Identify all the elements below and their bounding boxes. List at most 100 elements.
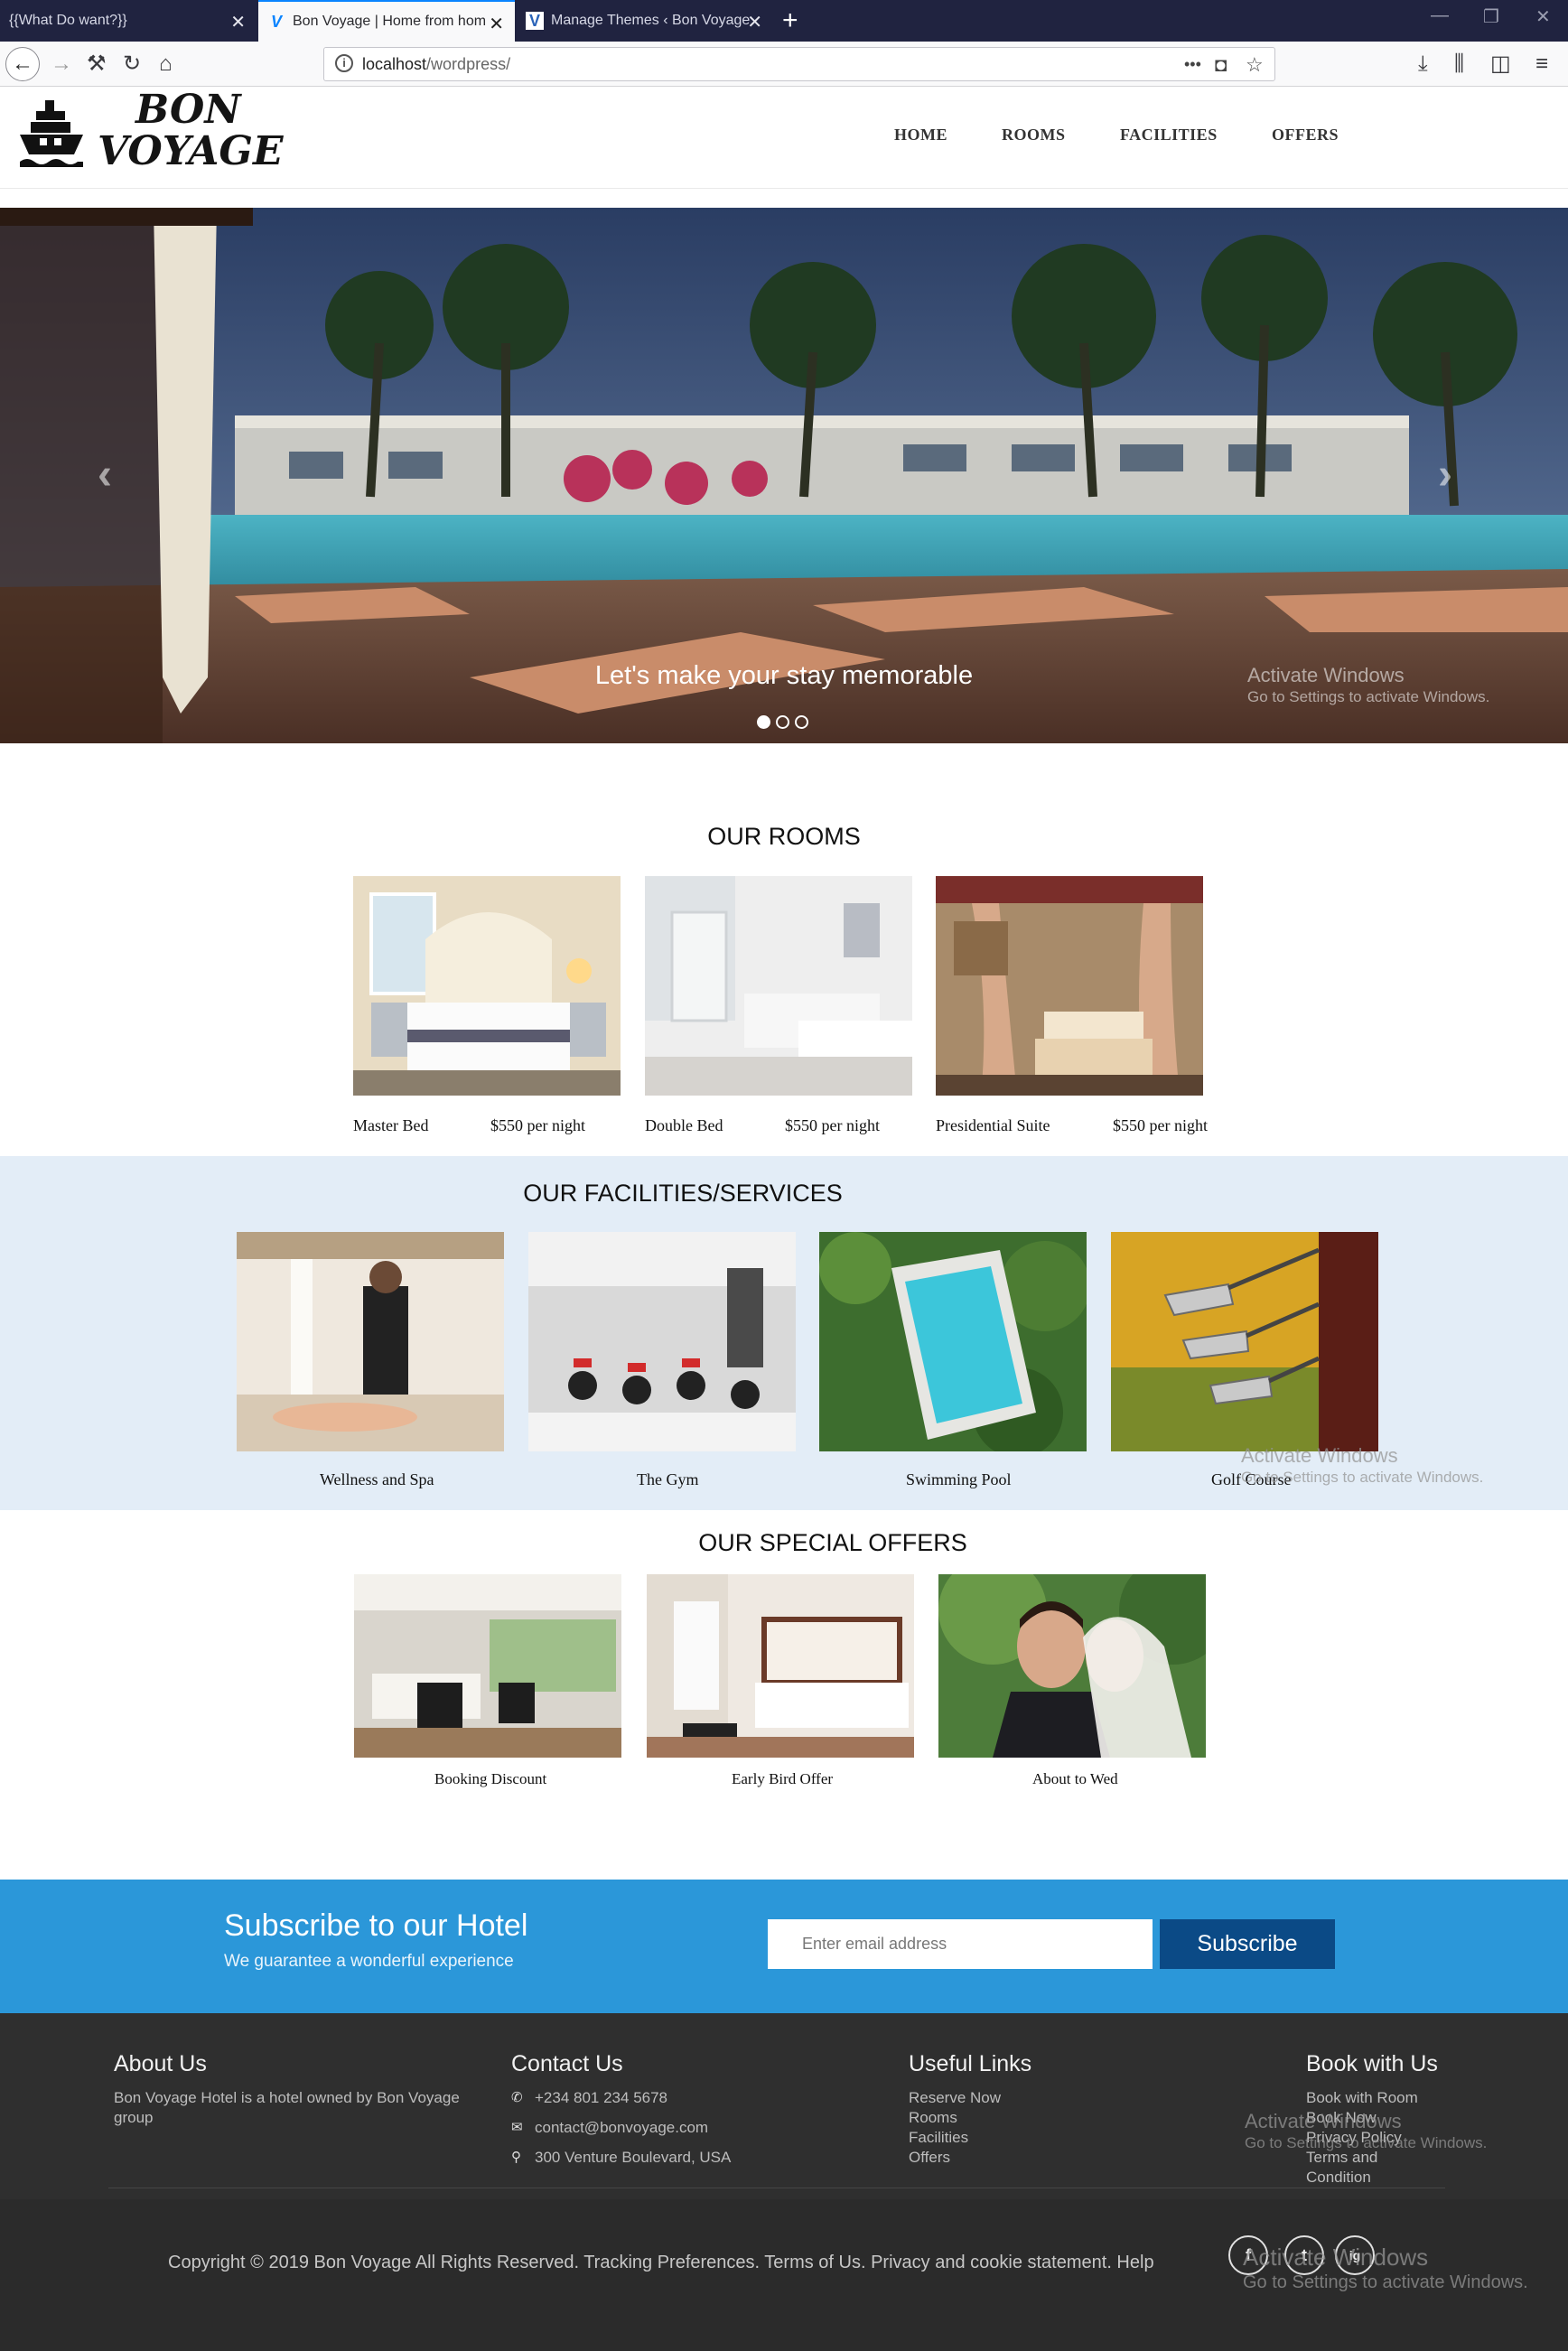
facility-label: Wellness and Spa xyxy=(320,1470,434,1488)
facility-image-gym[interactable] xyxy=(528,1232,796,1451)
close-tab-icon[interactable]: ✕ xyxy=(230,11,246,33)
tab-bon-voyage-home[interactable]: V Bon Voyage | Home from hom ✕ xyxy=(258,0,515,42)
downloads-icon[interactable]: ⤓ xyxy=(1418,52,1428,76)
facility-image-golf-course[interactable] xyxy=(1111,1232,1378,1451)
hero-carousel: ‹ › Let's make your stay memorable Activ… xyxy=(0,208,1568,743)
activate-windows-watermark: Activate Windows Go to Settings to activ… xyxy=(1243,2244,1528,2292)
carousel-dot[interactable] xyxy=(757,715,770,729)
map-pin-icon: ⚲ xyxy=(511,2150,521,2165)
subscribe-button[interactable]: Subscribe xyxy=(1160,1919,1335,1969)
site-info-icon[interactable]: i xyxy=(335,54,353,72)
footer-about-text: Bon Voyage Hotel is a hotel owned by Bon… xyxy=(114,2089,460,2126)
site-logo-text[interactable]: BON VOYAGE xyxy=(98,89,284,173)
phone-icon: ✆ xyxy=(511,2090,523,2105)
menu-hamburger-icon[interactable]: ≡ xyxy=(1535,52,1548,76)
room-image-double-bed[interactable] xyxy=(645,876,912,1096)
rooms-section-title: OUR ROOMS xyxy=(707,823,861,850)
room-price: $550 per night xyxy=(1113,1116,1208,1134)
tab-title: Manage Themes ‹ Bon Voyage xyxy=(551,13,751,28)
offer-label: About to Wed xyxy=(1032,1770,1118,1787)
reload-icon[interactable]: ↻ xyxy=(123,52,141,76)
room-image-presidential-suite[interactable] xyxy=(936,876,1203,1096)
footer-link[interactable]: Offers xyxy=(909,2148,1031,2168)
footer-link[interactable]: Reserve Now xyxy=(909,2088,1031,2108)
room-name: Double Bed xyxy=(645,1116,723,1134)
footer-book-title: Book with Us xyxy=(1306,2051,1438,2076)
page-actions-icon[interactable]: ••• xyxy=(1184,55,1201,74)
library-icon[interactable]: ⫼ xyxy=(1454,52,1464,76)
footer-useful-links: Useful Links Reserve Now Rooms Facilitie… xyxy=(909,2051,1031,2168)
room-image-master-bed[interactable] xyxy=(353,876,621,1096)
browser-nav-bar: ← → ⚒ ↻ ⌂ i localhost/wordpress/ ••• ◘ ☆… xyxy=(0,42,1568,87)
home-icon[interactable]: ⌂ xyxy=(159,52,173,76)
footer-link[interactable]: Rooms xyxy=(909,2108,1031,2128)
footer-link[interactable]: Book with Room xyxy=(1306,2088,1438,2108)
footer-bottom: Copyright © 2019 Bon Voyage All Rights R… xyxy=(0,2199,1568,2351)
footer-links-title: Useful Links xyxy=(909,2051,1032,2076)
offer-image-about-to-wed[interactable] xyxy=(938,1574,1206,1758)
contact-address: ⚲ 300 Venture Boulevard, USA xyxy=(511,2149,732,2166)
forward-icon[interactable]: → xyxy=(51,52,72,76)
contact-phone: ✆ +234 801 234 5678 xyxy=(511,2089,668,2106)
room-name: Presidential Suite xyxy=(936,1116,1050,1134)
tab-title: Bon Voyage | Home from hom xyxy=(293,14,487,29)
nav-facilities[interactable]: FACILITIES xyxy=(1120,126,1218,145)
room-name: Master Bed xyxy=(353,1116,429,1134)
address-bar[interactable]: i localhost/wordpress/ ••• ◘ ☆ xyxy=(323,47,1275,81)
room-price: $550 per night xyxy=(490,1116,585,1134)
facility-label: Swimming Pool xyxy=(906,1470,1012,1488)
url-text[interactable]: localhost/wordpress/ xyxy=(362,55,510,74)
subscribe-text: We guarantee a wonderful experience xyxy=(224,1952,514,1971)
offers-section-title: OUR SPECIAL OFFERS xyxy=(698,1529,967,1556)
browser-tab-bar: {{What Do want?}} ✕ V Bon Voyage | Home … xyxy=(0,0,1568,42)
wordpress-icon: V xyxy=(270,12,282,31)
offer-image-booking-discount[interactable] xyxy=(354,1574,621,1758)
nav-home[interactable]: HOME xyxy=(894,126,947,145)
bookmark-star-icon[interactable]: ☆ xyxy=(1246,53,1264,77)
room-price: $550 per night xyxy=(785,1116,880,1134)
sidebar-icon[interactable]: ◫ xyxy=(1490,52,1511,76)
customize-wrench-icon[interactable]: ⚒ xyxy=(87,52,107,76)
footer-link[interactable]: Condition xyxy=(1306,2168,1438,2188)
carousel-dot[interactable] xyxy=(795,715,808,729)
tab-title: {{What Do want?}} xyxy=(9,13,127,28)
contact-email[interactable]: ✉ contact@bonvoyage.com xyxy=(511,2118,731,2138)
activate-windows-watermark: Activate Windows Go to Settings to activ… xyxy=(1245,2110,1488,2152)
wordpress-icon: V xyxy=(526,12,544,30)
new-tab-button[interactable]: + xyxy=(782,5,798,36)
back-icon[interactable]: ← xyxy=(5,47,40,81)
site-footer: About Us Bon Voyage Hotel is a hotel own… xyxy=(0,2013,1568,2351)
close-tab-icon[interactable]: ✕ xyxy=(489,13,504,35)
minimize-icon[interactable]: — xyxy=(1431,5,1449,26)
footer-contact-title: Contact Us xyxy=(511,2051,623,2076)
offer-label: Booking Discount xyxy=(434,1770,547,1787)
copyright-text: Copyright © 2019 Bon Voyage All Rights R… xyxy=(168,2253,1154,2272)
envelope-icon: ✉ xyxy=(511,2120,523,2135)
facility-image-swimming-pool[interactable] xyxy=(819,1232,1087,1451)
restore-icon[interactable]: ❐ xyxy=(1483,5,1499,28)
facility-label: The Gym xyxy=(637,1470,699,1488)
nav-rooms[interactable]: ROOMS xyxy=(1002,126,1066,145)
carousel-indicators xyxy=(757,715,808,729)
close-window-icon[interactable]: ✕ xyxy=(1535,5,1551,28)
tab-manage-themes[interactable]: V Manage Themes ‹ Bon Voyage ✕ xyxy=(517,0,773,42)
pocket-icon[interactable]: ◘ xyxy=(1215,53,1227,77)
facility-image-spa[interactable] xyxy=(237,1232,504,1451)
offer-image-early-bird[interactable] xyxy=(647,1574,914,1758)
carousel-dot[interactable] xyxy=(776,715,789,729)
footer-about-title: About Us xyxy=(114,2051,207,2076)
activate-windows-watermark: Activate Windows Go to Settings to activ… xyxy=(1247,664,1490,706)
nav-offers[interactable]: OFFERS xyxy=(1272,126,1339,145)
carousel-next-icon[interactable]: › xyxy=(1438,450,1452,499)
site-header: BON VOYAGE HOME ROOMS FACILITIES OFFERS xyxy=(0,88,1568,189)
carousel-prev-icon[interactable]: ‹ xyxy=(98,450,112,499)
footer-about: About Us Bon Voyage Hotel is a hotel own… xyxy=(114,2051,493,2128)
email-field[interactable] xyxy=(768,1919,1153,1969)
activate-windows-watermark: Activate Windows Go to Settings to activ… xyxy=(1241,1444,1484,1487)
close-tab-icon[interactable]: ✕ xyxy=(747,11,762,33)
facilities-section-title: OUR FACILITIES/SERVICES xyxy=(523,1180,843,1207)
subscribe-section: Subscribe to our Hotel We guarantee a wo… xyxy=(0,1880,1568,2013)
footer-link[interactable]: Facilities xyxy=(909,2128,1031,2148)
ship-logo-icon[interactable] xyxy=(18,98,85,174)
tab-what-do-want[interactable]: {{What Do want?}} ✕ xyxy=(0,0,257,42)
